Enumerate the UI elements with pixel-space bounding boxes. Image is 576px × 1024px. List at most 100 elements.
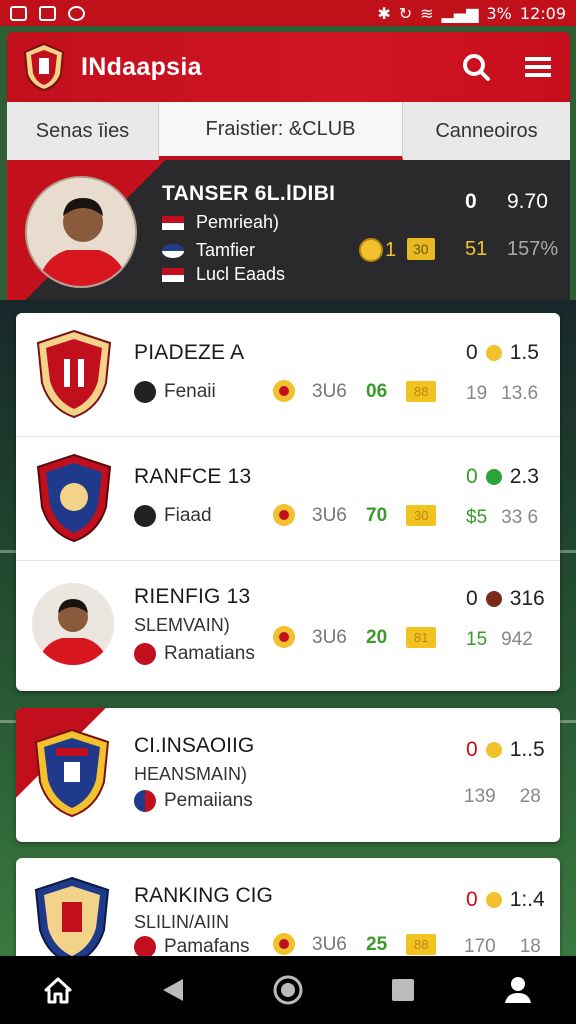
home-circle-icon (273, 975, 303, 1005)
overview-home-button[interactable] (264, 966, 312, 1014)
back-triangle-icon (162, 979, 183, 1001)
rate-b: 1..5 (509, 738, 545, 761)
gallery-notification-icon (10, 5, 27, 21)
recents-button[interactable] (379, 966, 427, 1014)
item-chip: 88 (406, 381, 437, 402)
item-meta: Pamafans (134, 936, 250, 958)
stat-a: 19 (466, 383, 488, 404)
item-stat-pair: 19 13.6 (466, 383, 538, 405)
item-rating: 0 1.5 (466, 341, 539, 365)
featured-player-name: TANSER 6L.lDIBI (162, 182, 336, 205)
ball-icon (134, 505, 156, 527)
recents-square-icon (392, 979, 415, 1001)
bottom-nav-bar (0, 956, 576, 1024)
battery-level: 3% (486, 3, 512, 23)
list-item[interactable]: RIENFIG 13 SLEMVAIN) Ramatians 3U6 20 81… (16, 561, 560, 685)
item-stat-pair: 15 942 (466, 629, 533, 651)
featured-number: 51 (465, 238, 488, 260)
menu-button[interactable] (522, 51, 554, 83)
meta-label: Fenaii (164, 381, 216, 402)
home-button[interactable] (34, 966, 82, 1014)
item-green-stat: 06 (366, 381, 388, 402)
tab-bar: Senas īies Fraistier: &CLUB Canneoiros (7, 102, 570, 160)
item-meta: Fenaii (134, 381, 216, 403)
item-subtitle: HEANSMAIN) (134, 764, 248, 784)
rate-b: 2.3 (509, 465, 539, 488)
item-green-stat: 20 (366, 627, 388, 648)
stat-b: 33 6 (501, 507, 539, 528)
item-stat-pair: $5 33 6 (466, 507, 538, 529)
featured-percent: 157% (507, 238, 559, 260)
status-dot (485, 345, 502, 361)
item-subtitle: SLEMVAIN) (134, 615, 230, 635)
featured-line-1: Pemrieah) (162, 212, 279, 233)
medal-count: 1 (385, 238, 397, 261)
app-title: INdaapsia (81, 52, 202, 81)
medal-icon (359, 238, 383, 262)
item-chip: 81 (406, 627, 437, 648)
item-green-stat: 70 (366, 505, 388, 526)
list-item[interactable]: RANFCE 13 Fiaad 3U6 70 30 $5 33 6 0 2.3 (16, 437, 560, 561)
item-meta: Fiaad (134, 505, 212, 527)
stat-b: 18 (519, 936, 541, 957)
club-card[interactable]: RANKING CIG SLILIN/AIIN Pamafans 3U6 25 … (16, 858, 560, 968)
featured-score-a: 0 (465, 190, 477, 213)
profile-icon (505, 977, 532, 1003)
stat-a: $5 (466, 507, 488, 528)
item-stat-pair: 170 18 (464, 936, 541, 958)
tab-senas[interactable]: Senas īies (7, 102, 159, 160)
rate-b: 1:.4 (509, 888, 545, 911)
item-chip: 88 (406, 934, 437, 955)
search-button[interactable] (460, 51, 492, 83)
item-rating: 0 2.3 (466, 465, 539, 489)
rate-a: 0 (466, 341, 478, 364)
meta-label: Fiaad (164, 505, 212, 526)
stat-b: 13.6 (501, 383, 539, 404)
bluetooth-icon: ✱ (377, 3, 391, 23)
search-icon (463, 54, 490, 81)
stat-b: 942 (501, 629, 533, 650)
hamburger-menu-icon (525, 57, 551, 77)
club-crest-icon (34, 728, 110, 818)
item-subtitle: SLILIN/AIIN (134, 912, 230, 932)
back-button[interactable] (149, 966, 197, 1014)
rate-a: 0 (466, 587, 478, 610)
item-title: RANKING CIG (134, 884, 273, 907)
tab-canneoiros[interactable]: Canneoiros (403, 102, 570, 160)
status-dot (485, 742, 502, 758)
sync-icon: ↻ (398, 3, 413, 23)
trophy-icon (273, 933, 295, 955)
item-green-stat: 25 (366, 934, 388, 955)
item-meta: Ramatians (134, 643, 255, 665)
tab-transfer-club[interactable]: Fraistier: &CLUB (159, 102, 403, 160)
meta-label: Pemaiians (164, 790, 253, 811)
item-code: 3U6 (312, 381, 347, 402)
profile-button[interactable] (494, 966, 542, 1014)
item-meta: Pemaiians (134, 790, 253, 812)
player-list-card: PIADEZE A Fenaii 3U6 06 88 19 13.6 0 1.5… (16, 313, 560, 691)
status-bar: ✱ ↻ ≋ ▂▄▆ 3% 12:09 (0, 0, 576, 26)
trophy-icon (273, 380, 295, 402)
featured-line-text: Lucl Eaads (196, 264, 286, 284)
item-chip: 30 (406, 505, 437, 526)
list-item[interactable]: PIADEZE A Fenaii 3U6 06 88 19 13.6 0 1.5 (16, 313, 560, 437)
status-dot (485, 892, 502, 908)
flag-icon (162, 215, 184, 230)
featured-line-2: Tamfier (162, 240, 255, 261)
rate-b: 1.5 (509, 341, 539, 364)
item-stat-pair: 139 28 (464, 786, 541, 808)
featured-player-card[interactable]: TANSER 6L.lDIBI Pemrieah) Tamfier Lucl E… (7, 160, 570, 300)
wifi-icon: ≋ (420, 3, 434, 23)
rate-a: 0 (466, 888, 478, 911)
meta-label: Ramatians (164, 643, 255, 664)
item-code: 3U6 (312, 934, 347, 955)
club-crest-icon (34, 876, 110, 966)
item-title: RIENFIG 13 (134, 585, 251, 608)
item-code: 3U6 (312, 627, 347, 648)
club-card[interactable]: CI.INSAOIIG HEANSMAIN) Pemaiians 0 1..5 … (16, 708, 560, 842)
club-icon (134, 936, 156, 958)
featured-chip: 30 (407, 238, 435, 260)
ball-icon (134, 381, 156, 403)
item-title: RANFCE 13 (134, 465, 252, 488)
item-rating: 0 1:.4 (466, 888, 545, 912)
